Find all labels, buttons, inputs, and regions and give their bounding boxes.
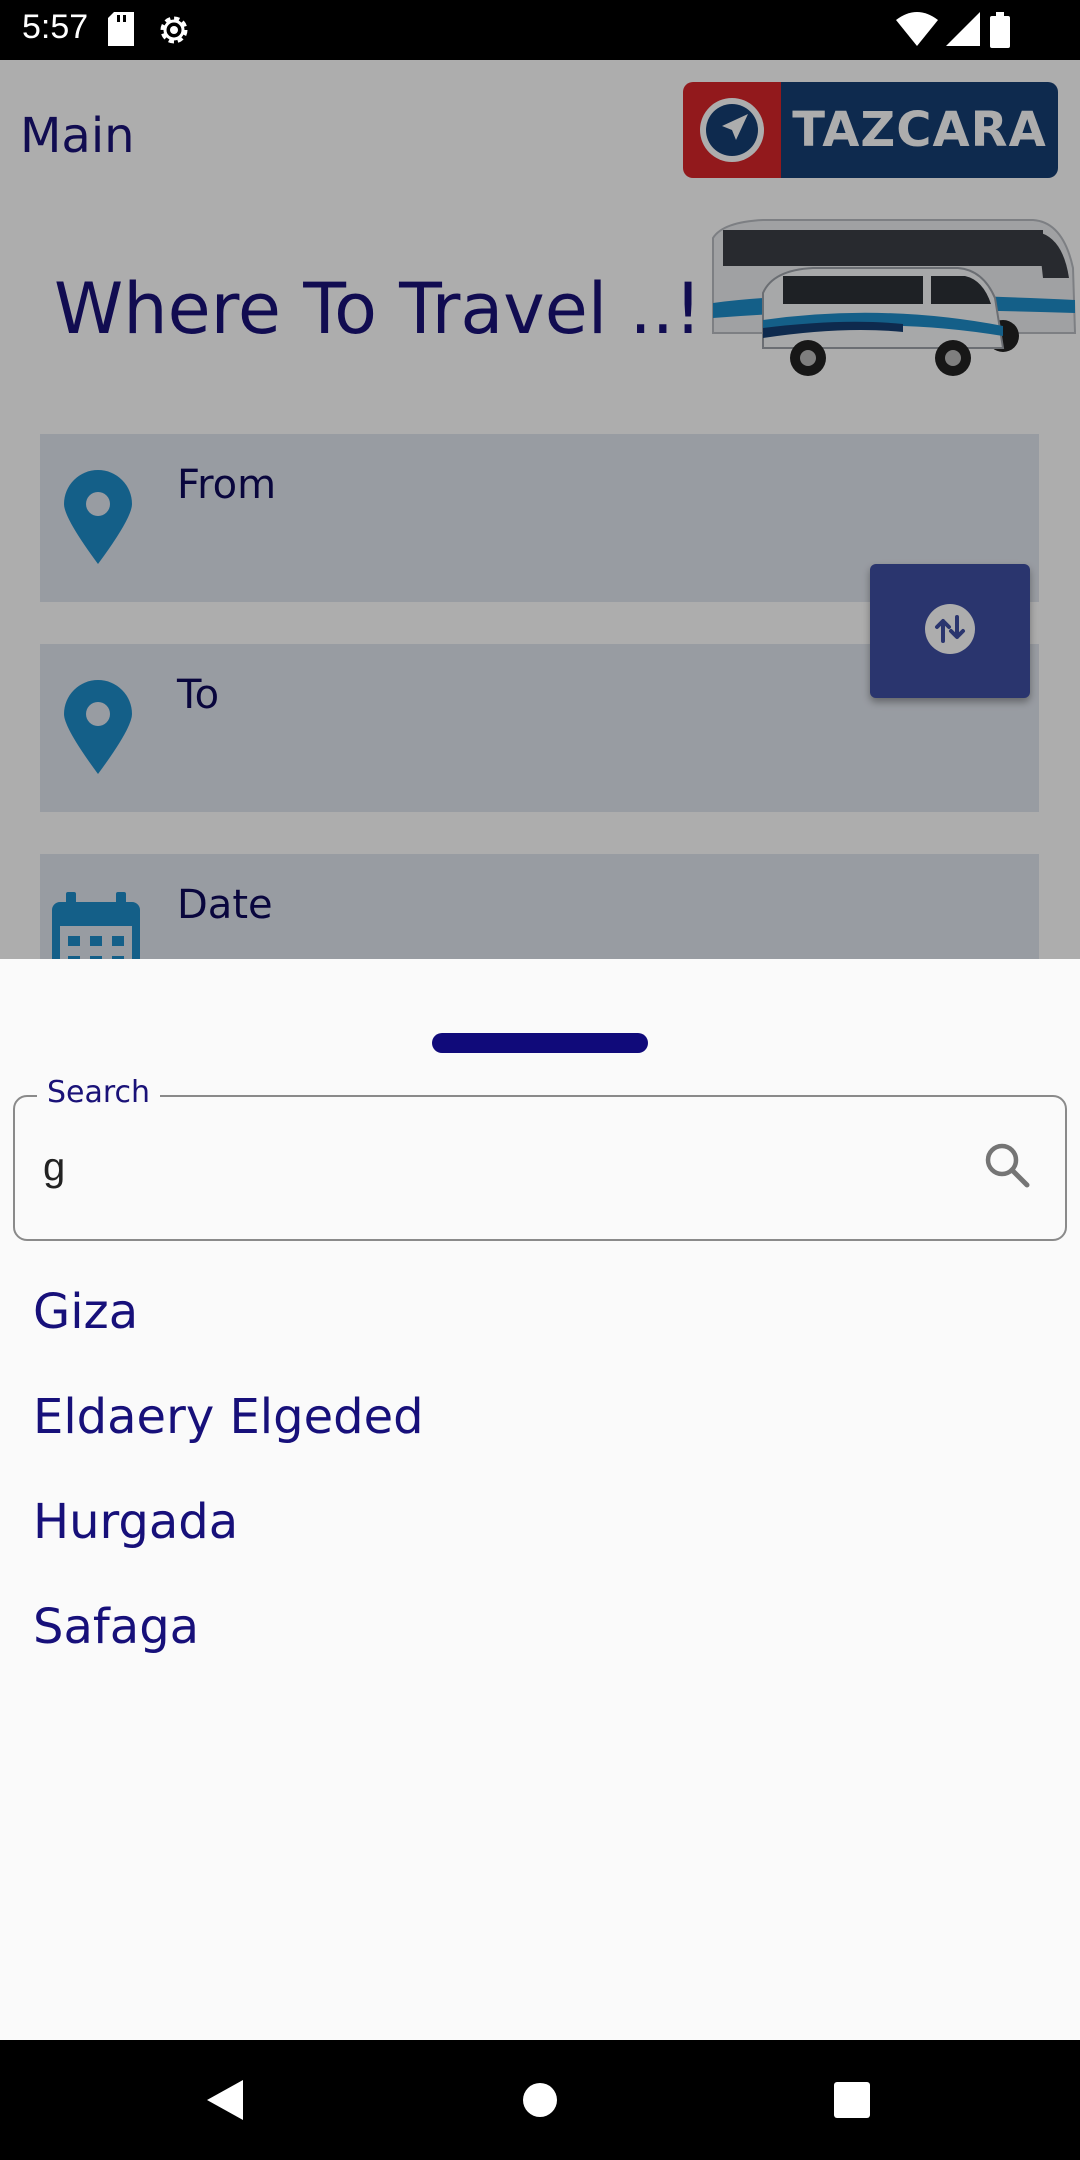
recents-button[interactable]	[792, 2040, 912, 2160]
list-item[interactable]: Hurgada	[33, 1469, 424, 1574]
sheet-drag-handle[interactable]	[432, 1033, 648, 1053]
settings-gear-icon	[156, 12, 192, 53]
list-item[interactable]: Giza	[33, 1259, 424, 1364]
signal-icon	[946, 12, 980, 51]
home-circle-icon	[523, 2083, 557, 2117]
system-nav-bar	[0, 2040, 1080, 2160]
battery-icon	[990, 12, 1010, 53]
wifi-icon	[896, 12, 938, 51]
status-time: 5:57	[22, 8, 89, 46]
search-icon[interactable]	[983, 1141, 1031, 1194]
list-item[interactable]: Safaga	[33, 1574, 424, 1679]
status-bar: 5:57	[0, 0, 1080, 60]
search-field-label: Search	[37, 1075, 161, 1110]
search-bottom-sheet: Search Giza Eldaery Elgeded Hurgada Safa…	[0, 959, 1080, 2040]
back-triangle-icon	[207, 2080, 243, 2120]
search-field[interactable]: Search	[13, 1075, 1067, 1241]
home-button[interactable]	[480, 2040, 600, 2160]
list-item[interactable]: Eldaery Elgeded	[33, 1364, 424, 1469]
modal-scrim[interactable]	[0, 60, 1080, 960]
search-input[interactable]	[43, 1137, 943, 1197]
search-results-list: Giza Eldaery Elgeded Hurgada Safaga	[33, 1259, 424, 1679]
sd-card-icon	[108, 12, 134, 51]
back-button[interactable]	[165, 2040, 285, 2160]
recents-square-icon	[834, 2082, 870, 2118]
